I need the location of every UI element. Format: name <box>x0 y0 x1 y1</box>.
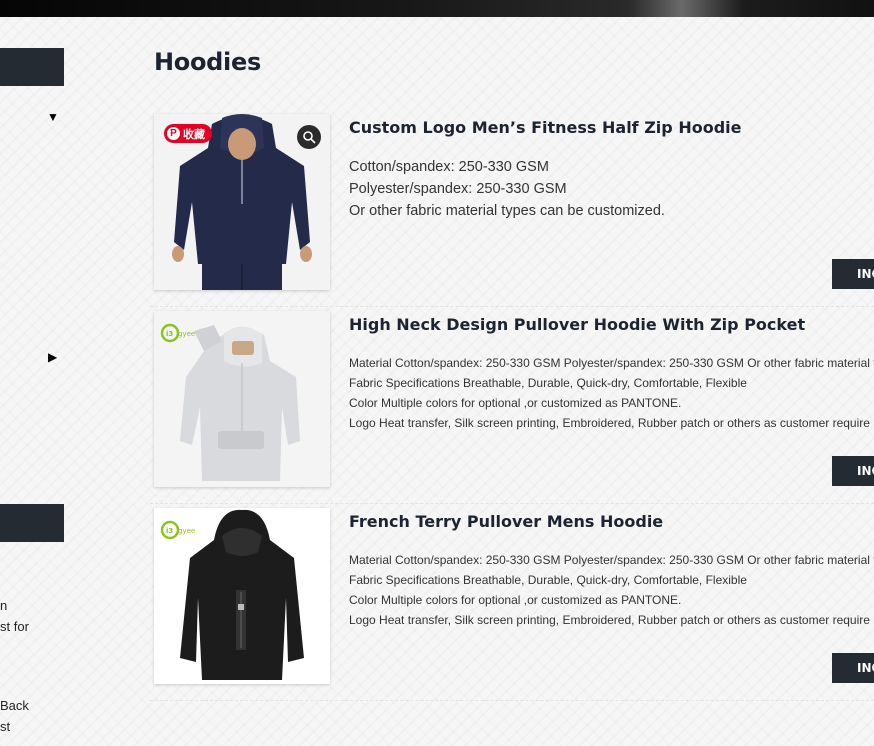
product-item: i3 gyee High Neck Design Pullover Hoodie… <box>150 311 874 504</box>
spec-line: Color Multiple colors for optional ,or c… <box>349 396 682 410</box>
product-item: i3 gyee French Terry Pullover Mens Hoodi… <box>150 508 874 701</box>
pinterest-save-button[interactable]: P 收藏 <box>164 124 212 143</box>
product-item: P 收藏 Custom Logo Men’s Fitness Half Zip … <box>150 114 874 307</box>
inquiry-button[interactable]: INQ <box>832 456 874 486</box>
pinterest-icon: P <box>167 127 180 140</box>
inquiry-button[interactable]: INQ <box>832 259 874 289</box>
spec-line: Logo Heat transfer, Silk screen printing… <box>349 613 870 627</box>
product-title[interactable]: French Terry Pullover Mens Hoodie <box>349 512 663 531</box>
svg-text:gyee: gyee <box>178 527 195 535</box>
visual-search-icon[interactable] <box>297 125 321 149</box>
spec-line: Cotton/spandex: 250-330 GSM <box>349 159 549 175</box>
svg-text:i3: i3 <box>166 527 173 535</box>
spec-line: Fabric Specifications Breathable, Durabl… <box>349 376 747 390</box>
brand-logo-icon: i3 gyee <box>160 520 195 540</box>
caret-down-icon[interactable]: ▼ <box>47 111 59 123</box>
sidebar-category-header <box>0 48 64 86</box>
spec-line: Material Cotton/spandex: 250-330 GSM Pol… <box>349 356 874 370</box>
spec-line: Polyester/spandex: 250-330 GSM <box>349 181 567 197</box>
product-title[interactable]: High Neck Design Pullover Hoodie With Zi… <box>349 315 805 334</box>
svg-text:i3: i3 <box>166 330 173 338</box>
product-specs: Material Cotton/spandex: 250-330 GSM Pol… <box>349 353 874 433</box>
spec-line: Color Multiple colors for optional ,or c… <box>349 593 682 607</box>
product-image[interactable]: i3 gyee <box>154 508 330 684</box>
spec-line: Material Cotton/spandex: 250-330 GSM Pol… <box>349 553 874 567</box>
product-image[interactable]: P 收藏 <box>154 114 330 290</box>
spec-line: Fabric Specifications Breathable, Durabl… <box>349 573 747 587</box>
sidebar-link-fragment[interactable]: st <box>0 719 10 734</box>
sidebar-link-fragment[interactable]: st for <box>0 619 29 634</box>
spec-line: Or other fabric material types can be cu… <box>349 203 665 219</box>
top-banner-image <box>0 0 874 17</box>
sidebar-link-fragment[interactable]: n <box>0 598 7 613</box>
brand-logo-icon: i3 gyee <box>160 323 195 343</box>
caret-right-icon[interactable]: ▶ <box>48 351 57 363</box>
product-specs: Cotton/spandex: 250-330 GSM Polyester/sp… <box>349 156 665 222</box>
pin-label: 收藏 <box>183 128 205 141</box>
product-image[interactable]: i3 gyee <box>154 311 330 487</box>
inquiry-button[interactable]: INQ <box>832 653 874 683</box>
svg-text:gyee: gyee <box>178 330 195 338</box>
product-title[interactable]: Custom Logo Men’s Fitness Half Zip Hoodi… <box>349 118 741 137</box>
page-title: Hoodies <box>154 48 261 76</box>
sidebar-link-fragment[interactable]: Back <box>0 698 29 713</box>
sidebar-section-header <box>0 504 64 542</box>
product-specs: Material Cotton/spandex: 250-330 GSM Pol… <box>349 550 874 630</box>
spec-line: Logo Heat transfer, Silk screen printing… <box>349 416 870 430</box>
